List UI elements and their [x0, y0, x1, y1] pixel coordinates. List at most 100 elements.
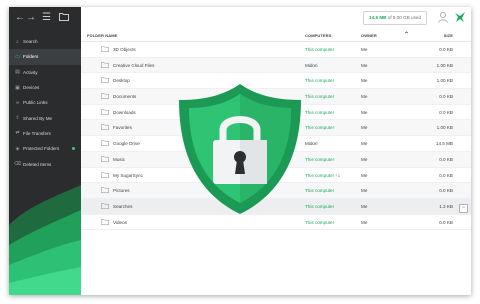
folder-computer: This computer	[305, 156, 335, 162]
folder-icon	[101, 156, 109, 162]
column-header-size[interactable]: SIZE	[444, 33, 453, 38]
folder-name: Creative Cloud Files	[113, 62, 155, 68]
folder-icon	[101, 124, 109, 131]
column-header-computers[interactable]: COMPUTERS	[305, 33, 331, 38]
sidebar-item-devices[interactable]: ▣ Devices	[9, 80, 81, 95]
folder-owner: Me	[361, 125, 368, 131]
folder-size: 0.0 KB	[439, 188, 453, 194]
folder-icon	[101, 77, 109, 84]
sidebar-item-folders[interactable]: ▭ Folders	[9, 49, 81, 65]
back-icon[interactable]: ←	[15, 11, 25, 25]
folder-size: 0.0 KB	[439, 156, 453, 162]
storage-usage-indicator[interactable]: 14.5 MB of 5.00 GB used	[363, 11, 427, 25]
top-bar: 14.5 MB of 5.00 GB used	[81, 7, 471, 29]
folder-owner: Me	[361, 172, 368, 178]
sidebar-item-public-links[interactable]: ∞ Public Links	[9, 95, 81, 110]
folder-owner: Me	[361, 188, 368, 194]
folder-icon	[101, 171, 109, 178]
folder-size: 0.0 KB	[439, 109, 453, 115]
folder-computer: This computer	[305, 78, 335, 84]
folder-computer: This computer	[305, 125, 335, 131]
folder-icon	[101, 46, 109, 52]
table-row[interactable]: 3D Objects This computer Me 0.0 KB	[81, 42, 471, 58]
sidebar-item-label: Protected Folders	[23, 146, 60, 152]
folder-icon	[101, 203, 109, 209]
folder-name: Documents	[113, 94, 137, 100]
folder-size: 1.00 KB	[436, 125, 453, 131]
folder-owner: Me	[361, 94, 368, 100]
devices-icon: ▣	[15, 84, 20, 91]
folder-name: Favorites	[113, 125, 132, 131]
row-options-button[interactable]: −	[459, 203, 468, 213]
folder-icon	[101, 109, 109, 115]
folder-name: Music	[113, 156, 125, 162]
folder-owner: Me	[361, 219, 368, 225]
folder-owner: Me	[361, 203, 368, 209]
user-account-icon[interactable]	[437, 11, 449, 23]
folder-computer: This computer	[305, 219, 335, 225]
protected-shield-lock-icon	[179, 84, 301, 214]
folder-name: Videos	[113, 219, 127, 225]
folder-icon	[101, 93, 109, 100]
folder-name: My SugarSync	[113, 172, 143, 178]
folder-size: 1.3 KB	[439, 203, 453, 209]
folder-owner: Me	[361, 109, 368, 115]
transfer-icon: ⇄	[15, 130, 20, 137]
sort-ascending-icon[interactable]: ⌃	[404, 31, 409, 38]
search-icon: ⌕	[16, 38, 19, 45]
sidebar-item-label: File Transfers	[23, 130, 51, 136]
sidebar-item-label: Devices	[23, 85, 40, 91]
folder-size: 0.0 KB	[439, 94, 453, 100]
folder-icon	[101, 218, 109, 225]
folder-size: 14.5 MB	[435, 141, 453, 147]
sidebar-item-label: Search	[23, 39, 38, 45]
folder-computer: This computer	[305, 203, 335, 209]
sidebar-item-search[interactable]: ⌕ Search	[9, 34, 81, 49]
sidebar-item-label: Deleted Items	[23, 161, 52, 167]
sidebar-item-shared-by-me[interactable]: ⇧ Shared By Me	[9, 110, 81, 125]
folder-name: Downloads	[113, 109, 136, 115]
folder-computer: This computer	[305, 94, 335, 100]
folder-owner: Me	[361, 62, 368, 68]
folder-name: Google Drive	[113, 141, 140, 147]
folder-size: 1.00 KB	[436, 78, 453, 84]
shield-icon: ◈	[15, 145, 20, 152]
column-header-owner[interactable]: OWNER	[361, 33, 377, 38]
folder-icon	[101, 187, 109, 194]
sidebar-item-label: Shared By Me	[23, 115, 53, 121]
table-row[interactable]: Creative Cloud Files Midori Me 1.00 KB	[81, 57, 471, 74]
sidebar-wave-decoration	[9, 185, 81, 295]
folder-computer: This computer	[305, 172, 335, 178]
share-icon: ⇧	[15, 115, 20, 122]
folder-owner: Me	[361, 156, 368, 162]
storage-used: 14.5 MB	[369, 15, 387, 20]
sidebar-item-file-transfers[interactable]: ⇄ File Transfers	[9, 126, 81, 141]
forward-icon[interactable]: →	[26, 11, 36, 25]
folder-owner: Me	[361, 47, 368, 52]
sidebar-nav: ⌕ Search ▭ Folders ▤ Activity ▣ Devices …	[9, 34, 81, 172]
sidebar-item-deleted-items[interactable]: ⌫ Deleted Items	[9, 156, 81, 171]
link-icon: ∞	[15, 99, 20, 106]
folder-computer-extra: +1	[335, 172, 341, 178]
menu-icon[interactable]: ☰	[42, 11, 51, 25]
folder-view-icon[interactable]	[59, 12, 69, 26]
sidebar-item-protected-folders[interactable]: ◈ Protected Folders	[9, 141, 81, 156]
sidebar-item-label: Activity	[23, 69, 38, 75]
trash-icon: ⌫	[14, 161, 22, 168]
sidebar-item-label: Public Links	[23, 100, 48, 106]
folder-size: 0.0 KB	[439, 172, 453, 178]
folder-name: 3D Objects	[113, 47, 136, 52]
folder-owner: Me	[361, 141, 368, 147]
column-header-folder-name[interactable]: FOLDER NAME	[87, 33, 117, 38]
activity-icon: ▤	[15, 69, 20, 76]
folder-size: 0.0 KB	[439, 219, 453, 225]
sugarsync-logo-icon	[455, 12, 465, 22]
new-indicator-dot	[72, 147, 75, 151]
sidebar-item-activity[interactable]: ▤ Activity	[9, 65, 81, 80]
folder-computer: This computer	[305, 47, 335, 52]
folder-name: Searches	[113, 203, 133, 209]
folder-size: 1.00 KB	[436, 62, 453, 68]
folder-name: Pictures	[113, 188, 130, 194]
sidebar: ← → ☰ ⌕ Search ▭ Folders ▤ Activity ▣ De…	[9, 7, 81, 295]
storage-total: of 5.00 GB used	[387, 15, 421, 20]
